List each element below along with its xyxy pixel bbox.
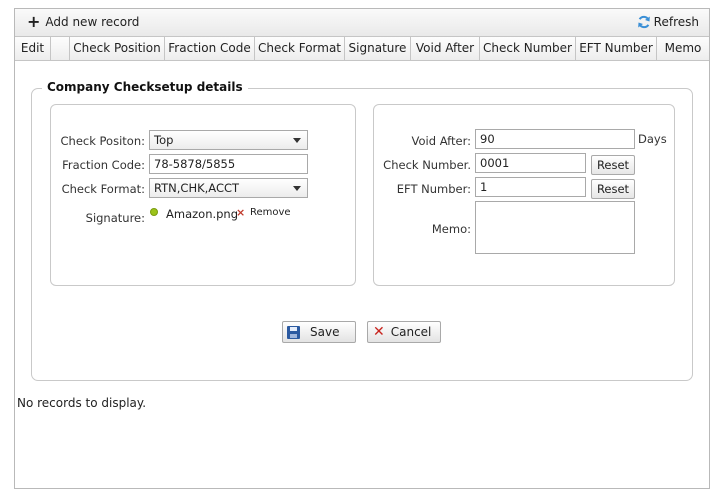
- memo-textarea[interactable]: [475, 201, 635, 254]
- column-header-edit[interactable]: Edit: [15, 37, 51, 61]
- signature-label: Signature:: [85, 211, 145, 225]
- grid-header-row: Edit Check Position Fraction Code Check …: [15, 37, 709, 61]
- refresh-icon: [637, 15, 650, 29]
- remove-icon[interactable]: ×: [236, 206, 245, 219]
- void-after-input[interactable]: 90: [475, 129, 635, 149]
- add-new-record-button[interactable]: + Add new record: [27, 12, 140, 31]
- check-number-input[interactable]: 0001: [475, 153, 586, 173]
- memo-label: Memo:: [431, 222, 471, 236]
- column-header-check-position[interactable]: Check Position: [70, 37, 165, 61]
- eft-number-label: EFT Number:: [396, 182, 471, 196]
- grid-toolbar: + Add new record Refresh: [15, 9, 709, 37]
- cancel-icon: ✕: [373, 324, 385, 340]
- column-header-check-format[interactable]: Check Format: [255, 37, 345, 61]
- check-position-label: Check Positon:: [60, 134, 146, 148]
- save-button[interactable]: Save: [282, 321, 356, 343]
- column-header-void-after[interactable]: Void After: [411, 37, 480, 61]
- check-format-value: RTN,CHK,ACCT: [154, 181, 240, 195]
- save-button-label: Save: [310, 325, 340, 339]
- fraction-code-label: Fraction Code:: [62, 158, 145, 172]
- check-position-value: Top: [154, 133, 174, 147]
- fieldset-legend: Company Checksetup details: [42, 80, 248, 94]
- column-header-check-number[interactable]: Check Number: [480, 37, 576, 61]
- eft-number-input[interactable]: 1: [475, 177, 586, 197]
- eft-number-reset-button[interactable]: Reset: [591, 179, 635, 199]
- void-after-label: Void After:: [411, 134, 471, 148]
- void-after-unit: Days: [638, 132, 667, 146]
- save-icon: [287, 325, 300, 339]
- refresh-label: Refresh: [653, 15, 699, 29]
- right-panel: Void After: 90 Days Check Number. 0001 R…: [373, 104, 675, 286]
- check-number-label: Check Number.: [383, 158, 471, 172]
- cancel-button[interactable]: ✕ Cancel: [367, 321, 441, 343]
- check-number-reset-button[interactable]: Reset: [591, 155, 635, 175]
- cancel-button-label: Cancel: [390, 325, 432, 339]
- add-new-record-label: Add new record: [45, 15, 140, 29]
- signature-status-icon: [150, 208, 158, 216]
- chevron-down-icon: [293, 186, 301, 191]
- column-header-eft-number[interactable]: EFT Number: [576, 37, 657, 61]
- check-position-select[interactable]: Top: [149, 130, 308, 150]
- check-format-label: Check Format:: [61, 182, 145, 196]
- plus-icon: +: [27, 12, 41, 31]
- column-header-memo[interactable]: Memo: [657, 37, 709, 61]
- check-format-select[interactable]: RTN,CHK,ACCT: [149, 178, 308, 198]
- signature-remove-link[interactable]: Remove: [250, 207, 291, 218]
- grid: + Add new record Refresh Edit Check Posi…: [14, 8, 710, 489]
- fraction-code-input[interactable]: 78-5878/5855: [149, 154, 308, 174]
- refresh-button[interactable]: Refresh: [637, 15, 699, 29]
- empty-grid-message: No records to display.: [17, 396, 147, 410]
- left-panel: Check Positon: Top Fraction Code: 78-587…: [50, 104, 356, 286]
- column-header-blank[interactable]: [51, 37, 70, 61]
- checksetup-fieldset: Company Checksetup details Check Positon…: [31, 80, 693, 381]
- signature-file-name: Amazon.png: [166, 207, 239, 221]
- edit-form-area: Company Checksetup details Check Positon…: [15, 61, 709, 387]
- column-header-fraction-code[interactable]: Fraction Code: [165, 37, 255, 61]
- column-header-signature[interactable]: Signature: [345, 37, 411, 61]
- chevron-down-icon: [293, 138, 301, 143]
